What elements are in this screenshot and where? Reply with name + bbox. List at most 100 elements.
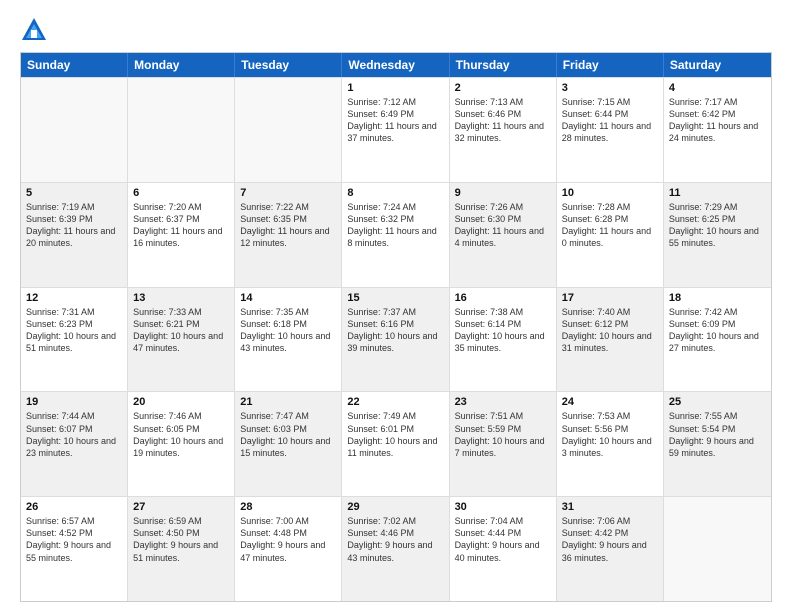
cell-text: Sunrise: 7:44 AM Sunset: 6:07 PM Dayligh… — [26, 410, 122, 459]
cal-cell: 14 Sunrise: 7:35 AM Sunset: 6:18 PM Dayli… — [235, 288, 342, 392]
day-number: 18 — [669, 292, 766, 304]
day-number: 25 — [669, 396, 766, 408]
cell-text: Sunrise: 7:35 AM Sunset: 6:18 PM Dayligh… — [240, 306, 336, 355]
day-number: 17 — [562, 292, 658, 304]
cell-text: Sunrise: 7:13 AM Sunset: 6:46 PM Dayligh… — [455, 96, 551, 145]
week-row-1: 5 Sunrise: 7:19 AM Sunset: 6:39 PM Daylig… — [21, 182, 771, 287]
cal-cell: 27Sunrise: 6:59 AM Sunset: 4:50 PM Dayli… — [128, 497, 235, 601]
cal-cell: 31Sunrise: 7:06 AM Sunset: 4:42 PM Dayli… — [557, 497, 664, 601]
cal-cell: 19 Sunrise: 7:44 AM Sunset: 6:07 PM Dayli… — [21, 392, 128, 496]
cell-text: Sunrise: 7:37 AM Sunset: 6:16 PM Dayligh… — [347, 306, 443, 355]
header — [20, 16, 772, 44]
cal-cell — [21, 78, 128, 182]
cell-text: Sunrise: 7:28 AM Sunset: 6:28 PM Dayligh… — [562, 201, 658, 250]
day-number: 4 — [669, 82, 766, 94]
cell-text: Sunrise: 7:19 AM Sunset: 6:39 PM Dayligh… — [26, 201, 122, 250]
cal-cell — [128, 78, 235, 182]
day-of-week-monday: Monday — [128, 53, 235, 77]
day-number: 20 — [133, 396, 229, 408]
week-row-2: 12 Sunrise: 7:31 AM Sunset: 6:23 PM Dayli… — [21, 287, 771, 392]
cell-text: Sunrise: 7:26 AM Sunset: 6:30 PM Dayligh… — [455, 201, 551, 250]
cal-cell: 26 Sunrise: 6:57 AM Sunset: 4:52 PM Dayli… — [21, 497, 128, 601]
cell-text: Sunrise: 7:12 AM Sunset: 6:49 PM Dayligh… — [347, 96, 443, 145]
cell-text: Sunrise: 7:51 AM Sunset: 5:59 PM Dayligh… — [455, 410, 551, 459]
cal-cell: 15Sunrise: 7:37 AM Sunset: 6:16 PM Dayli… — [342, 288, 449, 392]
day-number: 13 — [133, 292, 229, 304]
cal-cell: 4 Sunrise: 7:17 AM Sunset: 6:42 PM Daylig… — [664, 78, 771, 182]
day-of-week-thursday: Thursday — [450, 53, 557, 77]
cell-text: Sunrise: 7:55 AM Sunset: 5:54 PM Dayligh… — [669, 410, 766, 459]
day-number: 14 — [240, 292, 336, 304]
page: SundayMondayTuesdayWednesdayThursdayFrid… — [0, 0, 792, 612]
cell-text: Sunrise: 7:15 AM Sunset: 6:44 PM Dayligh… — [562, 96, 658, 145]
cell-text: Sunrise: 7:20 AM Sunset: 6:37 PM Dayligh… — [133, 201, 229, 250]
cell-text: Sunrise: 7:24 AM Sunset: 6:32 PM Dayligh… — [347, 201, 443, 250]
cell-text: Sunrise: 7:17 AM Sunset: 6:42 PM Dayligh… — [669, 96, 766, 145]
cal-cell: 16 Sunrise: 7:38 AM Sunset: 6:14 PM Dayli… — [450, 288, 557, 392]
cell-text: Sunrise: 7:06 AM Sunset: 4:42 PM Dayligh… — [562, 515, 658, 564]
day-number: 29 — [347, 501, 443, 513]
day-number: 3 — [562, 82, 658, 94]
cal-cell: 21 Sunrise: 7:47 AM Sunset: 6:03 PM Dayli… — [235, 392, 342, 496]
cal-cell: 17 Sunrise: 7:40 AM Sunset: 6:12 PM Dayli… — [557, 288, 664, 392]
day-number: 24 — [562, 396, 658, 408]
cell-text: Sunrise: 7:47 AM Sunset: 6:03 PM Dayligh… — [240, 410, 336, 459]
day-of-week-sunday: Sunday — [21, 53, 128, 77]
logo-icon — [20, 16, 48, 44]
week-row-4: 26 Sunrise: 6:57 AM Sunset: 4:52 PM Dayli… — [21, 496, 771, 601]
calendar-header: SundayMondayTuesdayWednesdayThursdayFrid… — [21, 53, 771, 77]
day-number: 10 — [562, 187, 658, 199]
cal-cell: 25 Sunrise: 7:55 AM Sunset: 5:54 PM Dayli… — [664, 392, 771, 496]
cell-text: Sunrise: 7:46 AM Sunset: 6:05 PM Dayligh… — [133, 410, 229, 459]
logo — [20, 16, 52, 44]
cal-cell: 13 Sunrise: 7:33 AM Sunset: 6:21 PM Dayli… — [128, 288, 235, 392]
day-number: 26 — [26, 501, 122, 513]
cal-cell: 18 Sunrise: 7:42 AM Sunset: 6:09 PM Dayli… — [664, 288, 771, 392]
day-number: 16 — [455, 292, 551, 304]
day-number: 5 — [26, 187, 122, 199]
day-number: 27 — [133, 501, 229, 513]
day-number: 6 — [133, 187, 229, 199]
cal-cell: 23 Sunrise: 7:51 AM Sunset: 5:59 PM Dayli… — [450, 392, 557, 496]
cal-cell: 2 Sunrise: 7:13 AM Sunset: 6:46 PM Daylig… — [450, 78, 557, 182]
cal-cell: 3 Sunrise: 7:15 AM Sunset: 6:44 PM Daylig… — [557, 78, 664, 182]
week-row-0: 1 Sunrise: 7:12 AM Sunset: 6:49 PM Daylig… — [21, 77, 771, 182]
day-number: 22 — [347, 396, 443, 408]
cell-text: Sunrise: 6:57 AM Sunset: 4:52 PM Dayligh… — [26, 515, 122, 564]
cell-text: Sunrise: 7:53 AM Sunset: 5:56 PM Dayligh… — [562, 410, 658, 459]
cell-text: Sunrise: 7:22 AM Sunset: 6:35 PM Dayligh… — [240, 201, 336, 250]
day-of-week-wednesday: Wednesday — [342, 53, 449, 77]
cal-cell: 7 Sunrise: 7:22 AM Sunset: 6:35 PM Daylig… — [235, 183, 342, 287]
cal-cell: 1 Sunrise: 7:12 AM Sunset: 6:49 PM Daylig… — [342, 78, 449, 182]
cal-cell: 30 Sunrise: 7:04 AM Sunset: 4:44 PM Dayli… — [450, 497, 557, 601]
cell-text: Sunrise: 7:04 AM Sunset: 4:44 PM Dayligh… — [455, 515, 551, 564]
cell-text: Sunrise: 7:02 AM Sunset: 4:46 PM Dayligh… — [347, 515, 443, 564]
cell-text: Sunrise: 7:40 AM Sunset: 6:12 PM Dayligh… — [562, 306, 658, 355]
day-number: 23 — [455, 396, 551, 408]
day-of-week-saturday: Saturday — [664, 53, 771, 77]
cal-cell: 22 Sunrise: 7:49 AM Sunset: 6:01 PM Dayli… — [342, 392, 449, 496]
cell-text: Sunrise: 7:42 AM Sunset: 6:09 PM Dayligh… — [669, 306, 766, 355]
day-number: 30 — [455, 501, 551, 513]
cal-cell: 11Sunrise: 7:29 AM Sunset: 6:25 PM Dayli… — [664, 183, 771, 287]
cell-text: Sunrise: 7:49 AM Sunset: 6:01 PM Dayligh… — [347, 410, 443, 459]
cal-cell: 6 Sunrise: 7:20 AM Sunset: 6:37 PM Daylig… — [128, 183, 235, 287]
day-number: 1 — [347, 82, 443, 94]
day-of-week-tuesday: Tuesday — [235, 53, 342, 77]
cal-cell — [235, 78, 342, 182]
day-of-week-friday: Friday — [557, 53, 664, 77]
day-number: 19 — [26, 396, 122, 408]
cal-cell: 12 Sunrise: 7:31 AM Sunset: 6:23 PM Dayli… — [21, 288, 128, 392]
day-number: 21 — [240, 396, 336, 408]
cell-text: Sunrise: 7:31 AM Sunset: 6:23 PM Dayligh… — [26, 306, 122, 355]
day-number: 28 — [240, 501, 336, 513]
cell-text: Sunrise: 7:38 AM Sunset: 6:14 PM Dayligh… — [455, 306, 551, 355]
cal-cell: 10 Sunrise: 7:28 AM Sunset: 6:28 PM Dayli… — [557, 183, 664, 287]
day-number: 11 — [669, 187, 766, 199]
cell-text: Sunrise: 7:33 AM Sunset: 6:21 PM Dayligh… — [133, 306, 229, 355]
cal-cell — [664, 497, 771, 601]
day-number: 12 — [26, 292, 122, 304]
day-number: 2 — [455, 82, 551, 94]
day-number: 7 — [240, 187, 336, 199]
calendar: SundayMondayTuesdayWednesdayThursdayFrid… — [20, 52, 772, 602]
